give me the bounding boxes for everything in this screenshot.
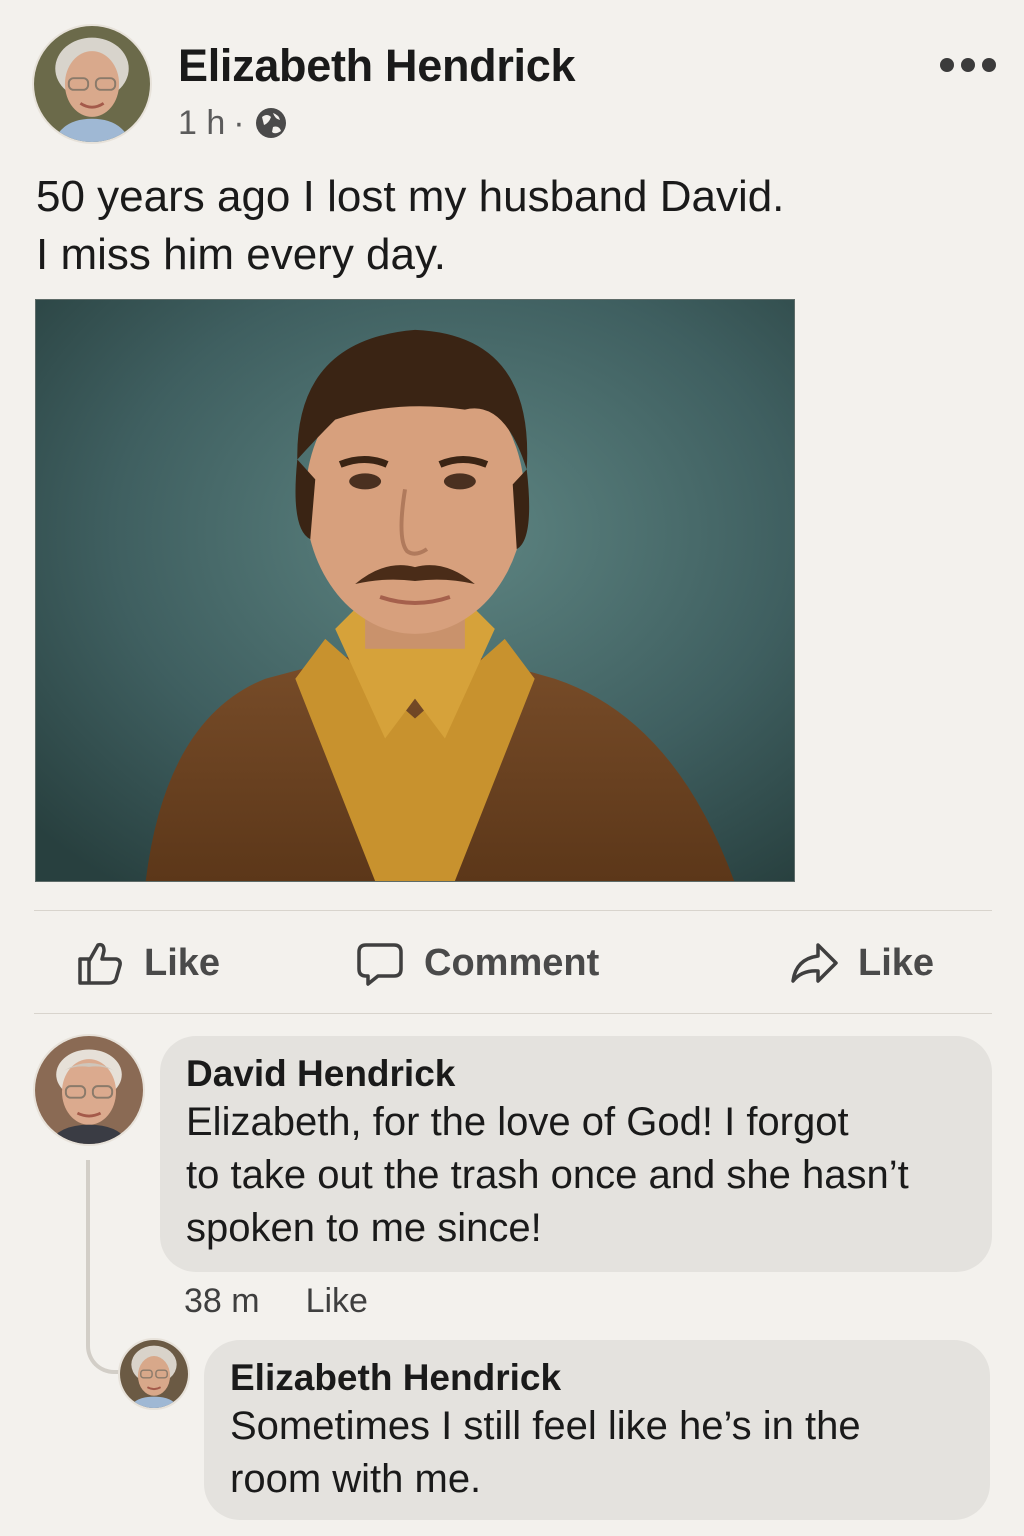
- comment-icon: [357, 943, 403, 986]
- share-button[interactable]: Like: [788, 938, 934, 988]
- post-meta: 1 h ·: [178, 100, 289, 146]
- globe-icon[interactable]: [253, 105, 289, 141]
- reply-bubble[interactable]: Elizabeth Hendrick Sometimes I still fee…: [204, 1340, 990, 1520]
- facebook-post: Elizabeth Hendrick 1 h · 50 years ago I …: [0, 0, 1024, 1536]
- comment-button[interactable]: Comment: [354, 938, 599, 988]
- more-dots-icon: [961, 58, 975, 72]
- like-label: Like: [144, 941, 221, 984]
- comment-text-line: Elizabeth, for the love of God! I forgot: [186, 1100, 849, 1144]
- share-label: Like: [858, 941, 935, 984]
- elderly-woman-portrait: [34, 26, 150, 142]
- more-options-button[interactable]: [940, 50, 996, 80]
- post-header: Elizabeth Hendrick 1 h ·: [32, 24, 1000, 144]
- post-time[interactable]: 1 h: [178, 104, 225, 143]
- elderly-man-portrait: [35, 1036, 143, 1144]
- more-dots-icon: [940, 58, 954, 72]
- commenter-avatar[interactable]: [33, 1034, 145, 1146]
- more-dots-icon: [982, 58, 996, 72]
- author-avatar[interactable]: [32, 24, 152, 144]
- share-arrow-icon: [791, 943, 838, 983]
- comment-time[interactable]: 38 m: [184, 1282, 260, 1321]
- comment-bubble[interactable]: David Hendrick Elizabeth, for the love o…: [160, 1036, 992, 1272]
- post-text-line: 50 years ago I lost my husband David.: [36, 172, 785, 221]
- comment-like-button[interactable]: Like: [306, 1282, 368, 1321]
- divider: [34, 910, 992, 911]
- author-name[interactable]: Elizabeth Hendrick: [178, 40, 576, 92]
- comment-text-line: to take out the trash once and she hasn’…: [186, 1153, 909, 1197]
- reply-thread-line: [86, 1160, 120, 1374]
- commenter-name[interactable]: David Hendrick: [186, 1052, 966, 1096]
- post-text-line: I miss him every day.: [36, 230, 446, 279]
- thumbs-up-icon: [78, 942, 122, 985]
- elderly-woman-portrait: [120, 1340, 188, 1408]
- reply-author-name[interactable]: Elizabeth Hendrick: [230, 1356, 964, 1400]
- meta-separator: ·: [233, 103, 245, 142]
- man-portrait-photo: [36, 300, 794, 881]
- post-text: 50 years ago I lost my husband David. I …: [36, 168, 976, 284]
- reply-avatar[interactable]: [118, 1338, 190, 1410]
- post-photo[interactable]: [35, 299, 795, 882]
- like-button[interactable]: Like: [74, 938, 220, 988]
- post-action-bar: Like Comment Like: [34, 912, 992, 1012]
- comment-meta: 38 m Like: [184, 1278, 368, 1324]
- reply-text-line: Sometimes I still feel like he’s in the: [230, 1404, 861, 1448]
- comment-label: Comment: [424, 941, 600, 984]
- divider: [34, 1013, 992, 1014]
- comment-text-line: spoken to me since!: [186, 1206, 542, 1250]
- reply-text-line: room with me.: [230, 1457, 482, 1501]
